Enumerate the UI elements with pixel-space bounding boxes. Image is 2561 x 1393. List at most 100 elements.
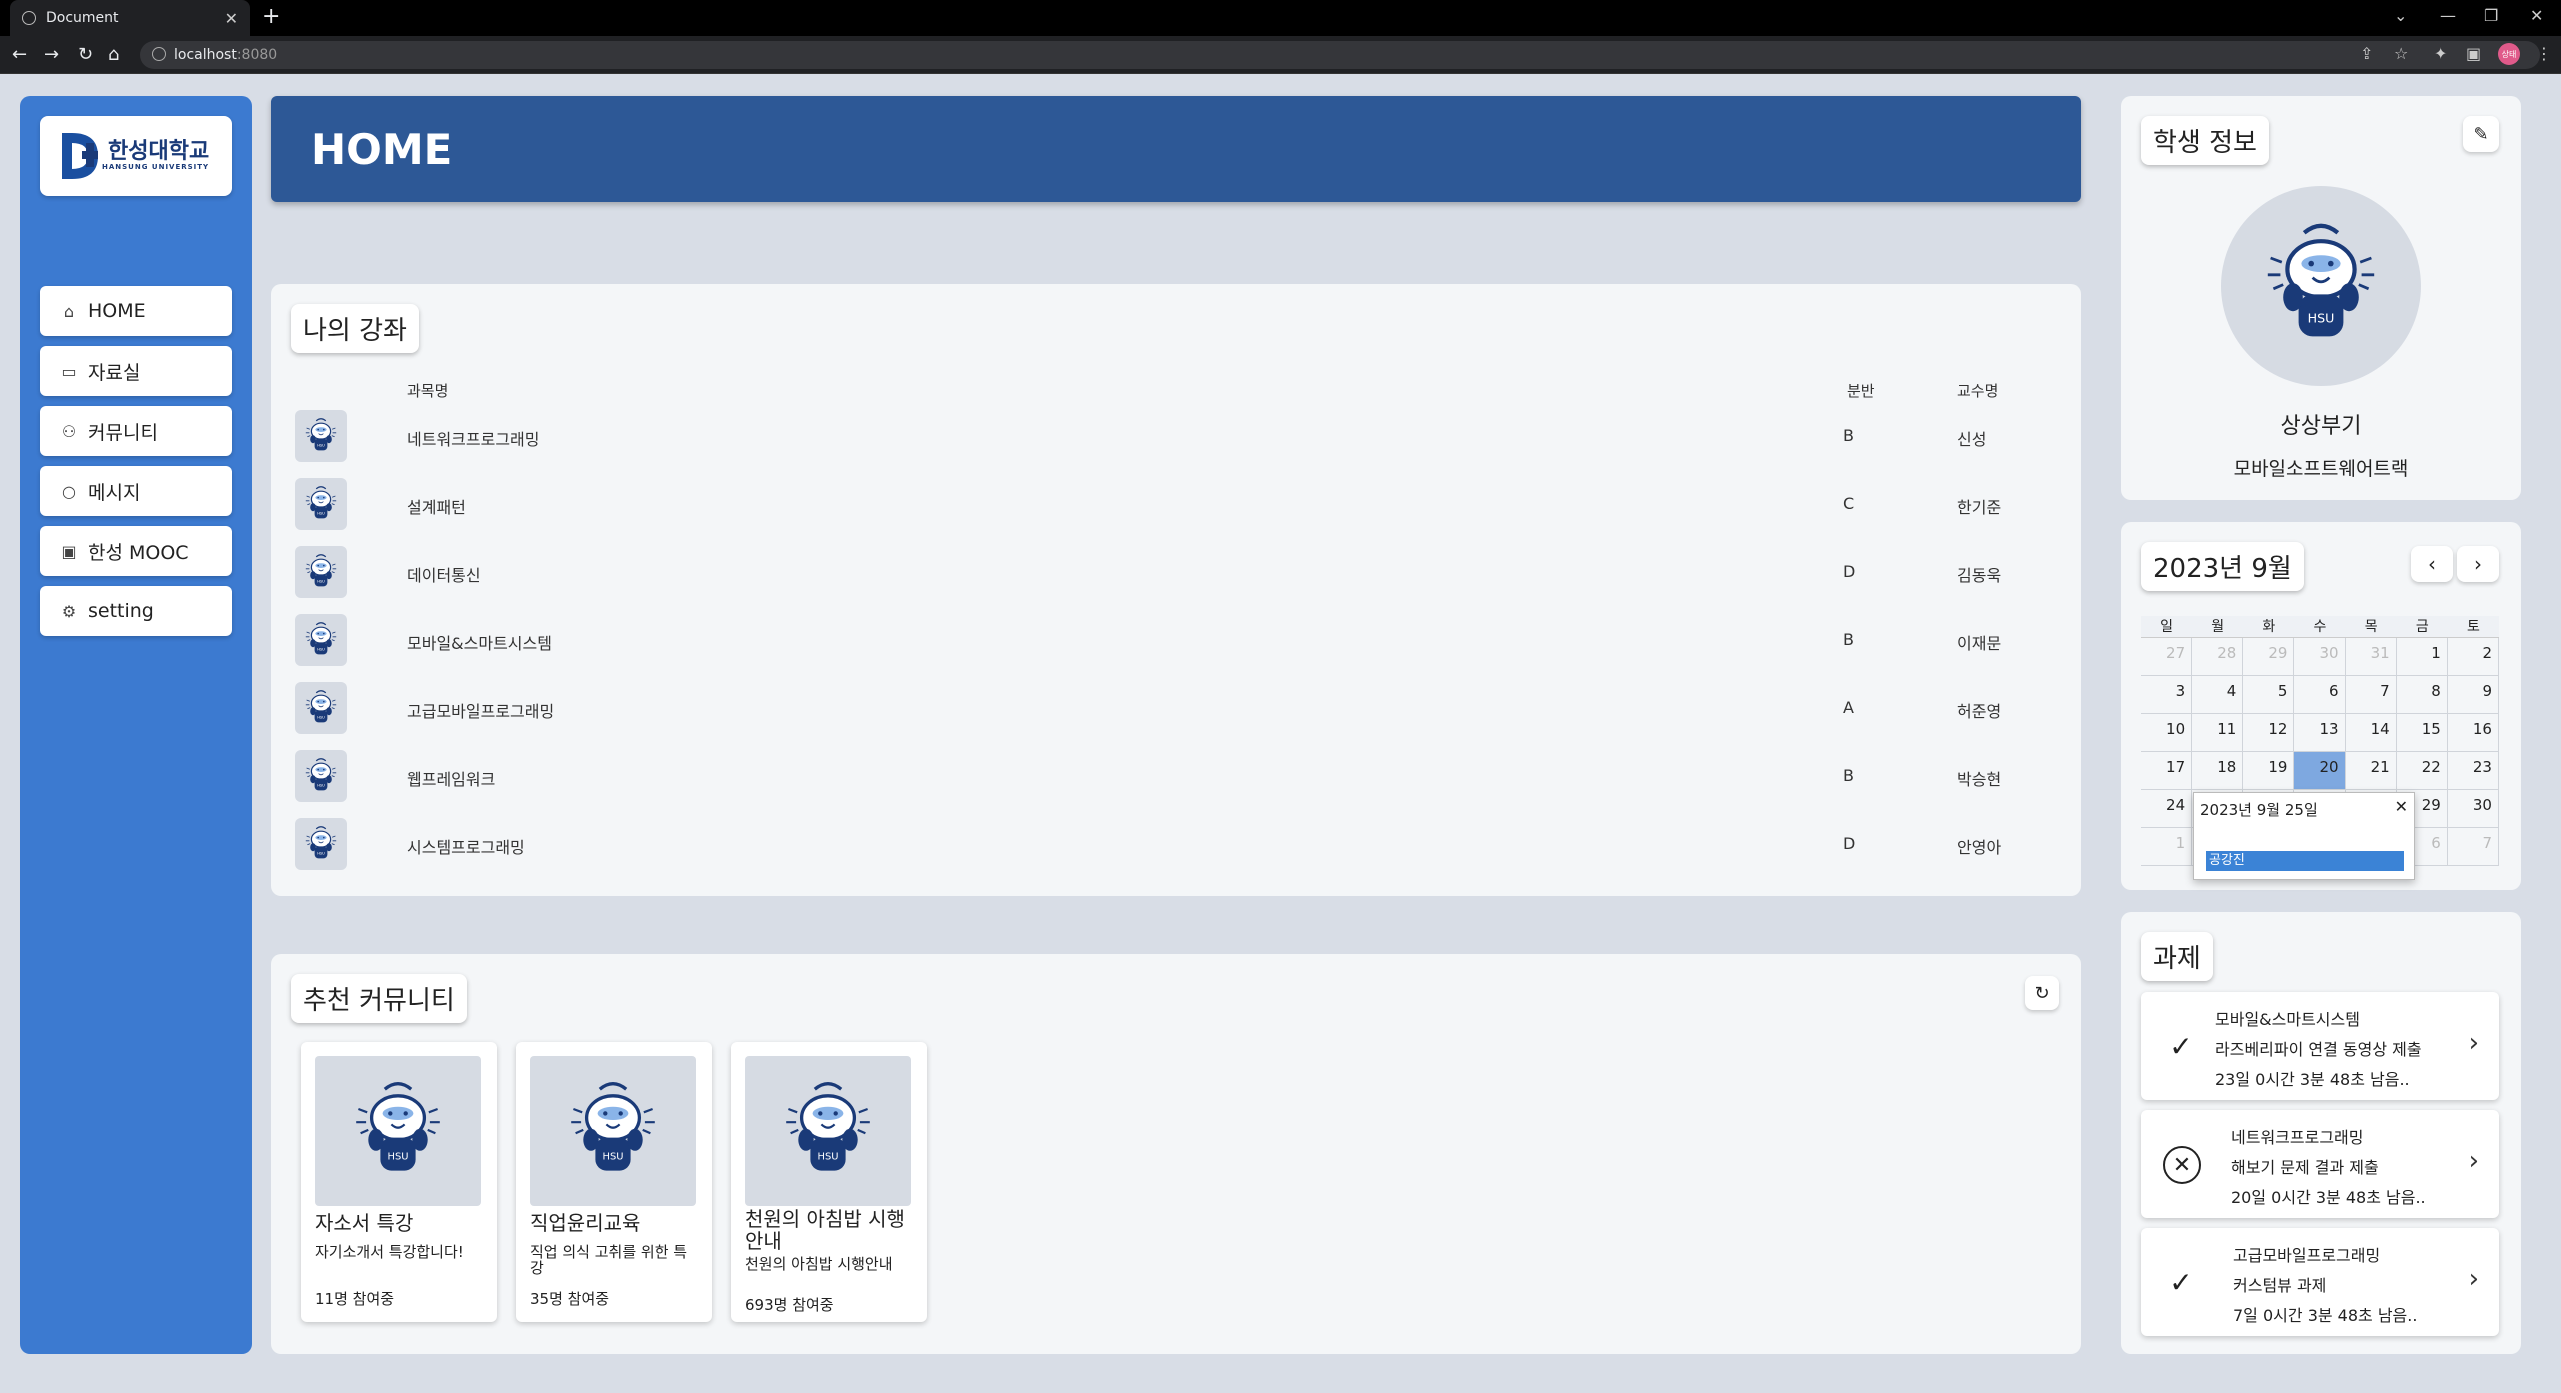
sidebar-item-label: 자료실: [88, 361, 141, 384]
close-window-icon[interactable]: ✕: [2530, 6, 2543, 25]
sidebar-item-archive[interactable]: ▭ 자료실: [40, 346, 232, 396]
next-month-button[interactable]: ›: [2457, 546, 2499, 582]
calendar-day[interactable]: 14: [2345, 714, 2397, 752]
calendar-day[interactable]: 10: [2141, 714, 2193, 752]
student-title: 학생 정보: [2141, 116, 2269, 165]
refresh-button[interactable]: ↻: [2025, 976, 2059, 1010]
calendar-day[interactable]: 4: [2192, 676, 2244, 714]
calendar-day[interactable]: 23: [2447, 752, 2499, 790]
browser-tab-strip: Document ✕ + ⌄ — ❐ ✕: [0, 0, 2561, 36]
sidebar-item-mooc[interactable]: ▣ 한성 MOOC: [40, 526, 232, 576]
restore-icon[interactable]: ❐: [2484, 6, 2498, 25]
student-name: 상상부기: [2280, 414, 2362, 439]
profile-avatar[interactable]: 상태: [2498, 43, 2520, 65]
new-tab-button[interactable]: +: [262, 4, 280, 29]
chevron-left-icon: ‹: [2428, 552, 2436, 576]
home-icon[interactable]: ⌂: [108, 44, 119, 65]
sidebar-item-label: 커뮤니티: [88, 421, 158, 444]
calendar-day[interactable]: 19: [2243, 752, 2295, 790]
prev-month-button[interactable]: ‹: [2411, 546, 2453, 582]
reload-icon[interactable]: ↻: [78, 44, 93, 65]
course-row[interactable]: 네트워크프로그래밍 B 신성: [295, 410, 2055, 466]
pencil-icon: ✎: [2473, 123, 2489, 145]
edit-button[interactable]: ✎: [2463, 116, 2499, 152]
course-row[interactable]: 데이터통신 D 김동욱: [295, 546, 2055, 602]
calendar-day[interactable]: 3: [2141, 676, 2193, 714]
calendar-day[interactable]: 30: [2447, 790, 2499, 828]
calendar-day[interactable]: 1: [2396, 638, 2448, 676]
community-card[interactable]: 천원의 아침밥 시행안내 천원의 아침밥 시행안내 693명 참여중: [731, 1042, 927, 1322]
calendar-day[interactable]: 5: [2243, 676, 2295, 714]
calendar-day[interactable]: 7: [2345, 676, 2397, 714]
course-row[interactable]: 고급모바일프로그래밍 A 허준영: [295, 682, 2055, 738]
close-icon[interactable]: ✕: [2395, 797, 2408, 816]
calendar-day[interactable]: 24: [2141, 790, 2193, 828]
calendar-day[interactable]: 30: [2294, 638, 2346, 676]
calendar-event-popup: 2023년 9월 25일 ✕ 공강진: [2193, 792, 2415, 880]
folder-icon: ▭: [61, 361, 77, 381]
calendar-day[interactable]: 1: [2141, 828, 2193, 866]
community-card[interactable]: 자소서 특강 자기소개서 특강합니다! 11명 참여중: [301, 1042, 497, 1322]
calendar-day[interactable]: 18: [2192, 752, 2244, 790]
close-tab-icon[interactable]: ✕: [225, 9, 238, 28]
course-section: B: [1843, 426, 1854, 445]
calendar-day[interactable]: 27: [2141, 638, 2193, 676]
calendar-day[interactable]: 2: [2447, 638, 2499, 676]
calendar-day[interactable]: 7: [2447, 828, 2499, 866]
sidebar-item-community[interactable]: ⚇ 커뮤니티: [40, 406, 232, 456]
course-thumbnail: [295, 410, 347, 462]
extensions-icon[interactable]: ✦: [2434, 44, 2447, 63]
student-panel: 학생 정보 ✎ 상상부기 모바일소프트웨어트랙: [2121, 96, 2521, 500]
menu-icon[interactable]: ⋮: [2536, 44, 2552, 63]
calendar-day[interactable]: 8: [2396, 676, 2448, 714]
task-item[interactable]: ✓ 고급모바일프로그래밍 커스텀뷰 과제 7일 0시간 3분 48초 남음.. …: [2141, 1228, 2499, 1336]
task-course: 네트워크프로그래밍: [2231, 1128, 2364, 1147]
site-info-icon[interactable]: [152, 47, 166, 61]
calendar-day[interactable]: 20: [2294, 752, 2346, 790]
calendar-day[interactable]: 6: [2294, 676, 2346, 714]
sidebar-item-message[interactable]: ○ 메시지: [40, 466, 232, 516]
address-bar[interactable]: localhost:8080: [140, 41, 2540, 69]
calendar-day[interactable]: 21: [2345, 752, 2397, 790]
minimize-icon[interactable]: —: [2440, 6, 2456, 25]
side-panel-icon[interactable]: ▣: [2466, 44, 2481, 63]
task-item[interactable]: ✓ 모바일&스마트시스템 라즈베리파이 연결 동영상 제출 23일 0시간 3분…: [2141, 992, 2499, 1100]
calendar-day[interactable]: 16: [2447, 714, 2499, 752]
calendar-day[interactable]: 9: [2447, 676, 2499, 714]
tab-search-icon[interactable]: ⌄: [2394, 6, 2407, 25]
course-row[interactable]: 웹프레임워크 B 박승현: [295, 750, 2055, 806]
task-item[interactable]: ✕ 네트워크프로그래밍 해보기 문제 결과 제출 20일 0시간 3분 48초 …: [2141, 1110, 2499, 1218]
course-row[interactable]: 모바일&스마트시스템 B 이재문: [295, 614, 2055, 670]
calendar-day[interactable]: 11: [2192, 714, 2244, 752]
course-professor: 허준영: [1957, 702, 2002, 721]
share-icon[interactable]: ⇪: [2360, 44, 2373, 63]
image-icon: ▣: [61, 541, 77, 561]
calendar-day[interactable]: 13: [2294, 714, 2346, 752]
calendar-day[interactable]: 29: [2243, 638, 2295, 676]
sidebar-item-setting[interactable]: ⚙ setting: [40, 586, 232, 636]
university-logo[interactable]: 한성대학교 HANSUNG UNIVERSITY: [40, 116, 232, 196]
community-card-title: 천원의 아침밥 시행안내: [745, 1207, 905, 1253]
course-professor: 이재문: [1957, 634, 2002, 653]
tasks-panel: 과제 ✓ 모바일&스마트시스템 라즈베리파이 연결 동영상 제출 23일 0시간…: [2121, 912, 2521, 1354]
forward-icon[interactable]: →: [44, 44, 59, 65]
calendar-day[interactable]: 15: [2396, 714, 2448, 752]
calendar-day[interactable]: 12: [2243, 714, 2295, 752]
browser-tab[interactable]: Document ✕: [10, 0, 250, 36]
course-section: B: [1843, 766, 1854, 785]
bookmark-star-icon[interactable]: ☆: [2394, 44, 2408, 63]
tab-title: Document: [46, 10, 119, 26]
course-row[interactable]: 시스템프로그래밍 D 안영아: [295, 818, 2055, 874]
column-header-section: 분반: [1847, 382, 1875, 400]
community-card[interactable]: 직업윤리교육 직업 의식 고취를 위한 특강 35명 참여중: [516, 1042, 712, 1322]
course-row[interactable]: 설계패턴 C 한기준: [295, 478, 2055, 534]
calendar-day[interactable]: 28: [2192, 638, 2244, 676]
calendar-day[interactable]: 31: [2345, 638, 2397, 676]
course-thumbnail: [295, 546, 347, 598]
calendar-day[interactable]: 22: [2396, 752, 2448, 790]
back-icon[interactable]: ←: [12, 44, 27, 65]
chevron-right-icon: ›: [2474, 552, 2482, 576]
calendar-event[interactable]: 공강진: [2206, 851, 2404, 871]
calendar-day[interactable]: 17: [2141, 752, 2193, 790]
sidebar-item-home[interactable]: ⌂ HOME: [40, 286, 232, 336]
